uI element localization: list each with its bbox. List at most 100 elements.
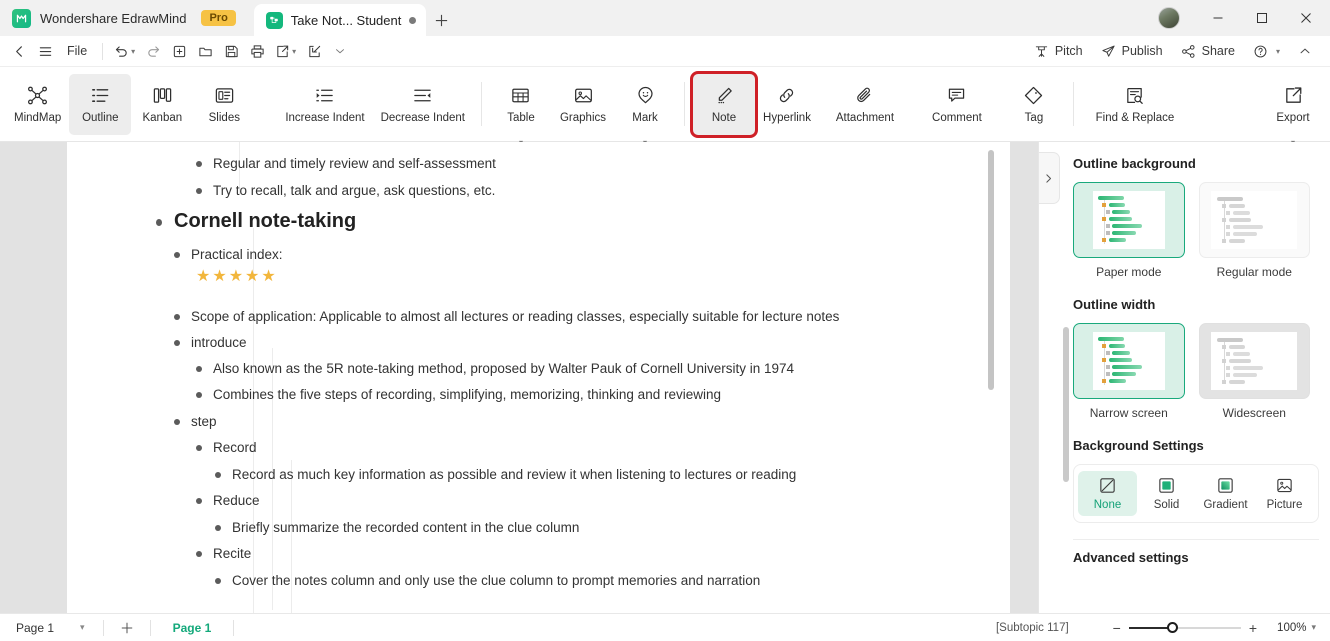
panel-collapse-button[interactable] <box>1039 152 1060 204</box>
graphics-icon <box>573 84 594 107</box>
avatar[interactable] <box>1158 7 1180 29</box>
list-item-heading[interactable]: Cornell note-taking <box>67 208 1010 245</box>
pitch-icon <box>1034 44 1049 59</box>
add-page-button[interactable] <box>116 621 138 635</box>
list-item[interactable]: introduce <box>67 333 1010 359</box>
zoom-caret-icon[interactable]: ▾ <box>1311 622 1316 633</box>
zoom-slider[interactable] <box>1128 621 1241 635</box>
ribbon-button-outline[interactable]: Outline <box>69 73 132 135</box>
list-item-text: Recite <box>213 546 252 561</box>
option-widescreen[interactable] <box>1198 323 1310 399</box>
share-button[interactable]: Share <box>1173 38 1243 64</box>
chevron-down-icon[interactable]: ▾ <box>80 622 85 633</box>
new-tab-button[interactable] <box>426 4 456 36</box>
ribbon-label-hyperlink: Hyperlink <box>763 112 811 124</box>
solid-color-icon <box>1157 476 1176 495</box>
ribbon-button-attachment[interactable]: Attachment <box>819 74 911 135</box>
list-item[interactable]: Practical index: <box>67 245 1010 267</box>
widescreen-thumbnail <box>1211 332 1298 390</box>
back-chevron-icon[interactable] <box>6 38 32 64</box>
list-item-text: introduce <box>191 335 247 350</box>
outline-canvas[interactable]: Regular and timely review and self-asses… <box>0 142 1038 613</box>
zoom-in-button[interactable]: + <box>1241 620 1265 636</box>
ribbon-button-decrease-indent[interactable]: Decrease Indent <box>373 74 473 135</box>
option-narrow-screen[interactable] <box>1073 323 1185 399</box>
ribbon-divider-2 <box>684 82 686 126</box>
more-chevron-icon[interactable] <box>327 38 353 64</box>
option-background-gradient[interactable]: Gradient <box>1196 471 1255 516</box>
list-item[interactable]: Record as much key information as possib… <box>67 465 1010 491</box>
label-background-none: None <box>1093 499 1122 511</box>
ribbon-button-mindmap[interactable]: MindMap <box>6 74 69 135</box>
menu-bar: File ▾ ▾ Pitch Publish Share ▾ <box>0 36 1330 67</box>
list-item-text: Regular and timely review and self-asses… <box>213 156 496 171</box>
list-item[interactable]: Recite <box>67 544 1010 571</box>
option-regular-mode[interactable] <box>1198 182 1310 258</box>
zoom-out-button[interactable]: − <box>1105 620 1129 636</box>
list-item[interactable]: Regular and timely review and self-asses… <box>67 154 1010 181</box>
ribbon-button-graphics[interactable]: Graphics <box>552 74 614 135</box>
option-background-solid[interactable]: Solid <box>1137 471 1196 516</box>
file-menu[interactable]: File <box>58 38 96 64</box>
zoom-slider-knob[interactable] <box>1166 622 1178 633</box>
list-item[interactable]: Also known as the 5R note-taking method,… <box>67 359 1010 385</box>
list-item[interactable]: Cover the notes column and only use the … <box>67 571 1010 597</box>
list-item[interactable]: step <box>67 412 1010 438</box>
zoom-value[interactable]: 100% <box>1277 622 1306 634</box>
ribbon-button-find-replace[interactable]: Find & Replace <box>1082 74 1188 135</box>
ribbon-button-slides[interactable]: Slides <box>193 74 255 135</box>
undo-icon[interactable]: ▾ <box>109 38 140 64</box>
minimize-button[interactable] <box>1196 0 1240 36</box>
list-item[interactable]: Briefly summarize the recorded content i… <box>67 518 1010 544</box>
list-item-rating[interactable]: ★★★★★ <box>67 267 1010 307</box>
list-item-text: Briefly summarize the recorded content i… <box>232 520 580 535</box>
ribbon-button-mark[interactable]: Mark ▾ <box>614 74 676 147</box>
publish-icon <box>1101 44 1116 59</box>
page-selector[interactable]: Page 1 ▾ <box>10 618 91 638</box>
ribbon-button-hyperlink[interactable]: Hyperlink <box>755 74 819 135</box>
share-export-icon[interactable]: ▾ <box>270 38 301 64</box>
publish-button[interactable]: Publish <box>1093 38 1171 64</box>
option-background-picture[interactable]: Picture <box>1255 471 1314 516</box>
list-item[interactable]: Combines the five steps of recording, si… <box>67 385 1010 412</box>
ribbon-button-table[interactable]: Table ▾ <box>490 74 552 147</box>
open-folder-icon[interactable] <box>192 38 218 64</box>
page-tab-1[interactable]: Page 1 <box>163 621 222 635</box>
brand-tab[interactable]: Wondershare EdrawMind Pro <box>0 0 250 36</box>
list-item[interactable]: Try to recall, talk and argue, ask quest… <box>67 181 1010 208</box>
outline-width-labels: Narrow screen Widescreen <box>1073 399 1310 420</box>
new-file-icon[interactable] <box>166 38 192 64</box>
collapse-ribbon-button[interactable] <box>1290 38 1320 64</box>
undo-caret-icon[interactable]: ▾ <box>131 47 135 56</box>
option-paper-mode[interactable] <box>1073 182 1185 258</box>
list-item-text: step <box>191 414 217 429</box>
close-button[interactable] <box>1284 0 1328 36</box>
ribbon-label-attachment: Attachment <box>835 112 895 124</box>
vertical-scrollbar[interactable] <box>988 150 994 390</box>
ribbon-button-tag[interactable]: Tag <box>1003 74 1065 135</box>
maximize-button[interactable] <box>1240 0 1284 36</box>
ribbon-button-increase-indent[interactable]: Increase Indent <box>277 74 372 135</box>
view-mode-group: MindMap Outline Kanban Slides <box>6 67 255 141</box>
pitch-button[interactable]: Pitch <box>1026 38 1091 64</box>
ribbon-button-kanban[interactable]: Kanban <box>131 74 193 135</box>
option-background-none[interactable]: None <box>1078 471 1137 516</box>
practical-index-stars: ★★★★★ <box>196 268 278 285</box>
print-icon[interactable] <box>244 38 270 64</box>
ribbon-button-note[interactable]: Note <box>690 70 759 138</box>
list-item[interactable]: Record <box>67 438 1010 465</box>
ribbon-button-comment[interactable]: Comment <box>911 74 1003 135</box>
status-bar-right: [Subtopic 117] − + 100% ▾ <box>996 620 1320 636</box>
share-export-caret-icon[interactable]: ▾ <box>292 47 296 56</box>
redo-icon[interactable] <box>140 38 166 64</box>
increase-indent-icon <box>314 84 335 107</box>
list-item[interactable]: Scope of application: Applicable to almo… <box>67 307 1010 333</box>
ribbon-button-export[interactable]: Export ▾ <box>1262 74 1324 147</box>
list-item[interactable]: Reduce <box>67 491 1010 518</box>
document-tab[interactable]: Take Not... Student <box>253 4 427 36</box>
save-icon[interactable] <box>218 38 244 64</box>
help-caret-icon[interactable]: ▾ <box>1276 47 1280 56</box>
import-icon[interactable] <box>301 38 327 64</box>
help-button[interactable]: ▾ <box>1245 38 1288 64</box>
hamburger-menu-icon[interactable] <box>32 38 58 64</box>
